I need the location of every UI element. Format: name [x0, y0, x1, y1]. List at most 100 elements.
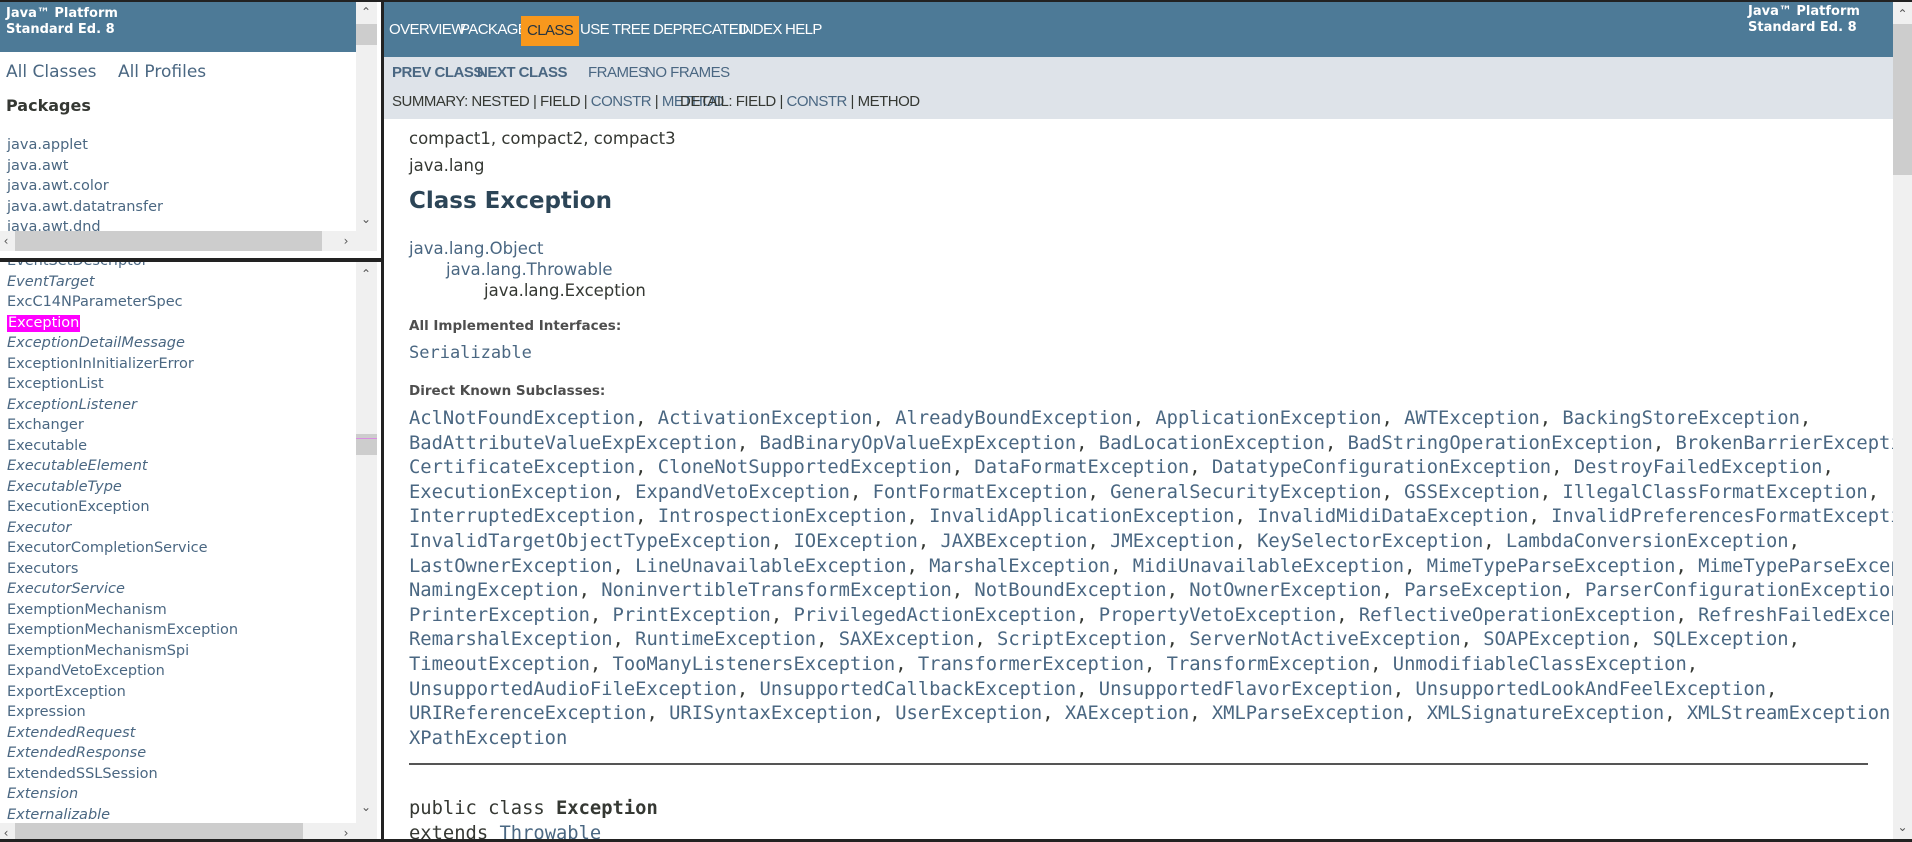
- subclass-link[interactable]: UnmodifiableClassException: [1393, 654, 1687, 675]
- hierarchy-object-link[interactable]: java.lang.Object: [409, 239, 543, 258]
- class-link[interactable]: ExcC14NParameterSpec: [7, 294, 183, 310]
- subclass-link[interactable]: CertificateException: [409, 457, 635, 478]
- class-vertical-scrollbar[interactable]: ⌃ ⌄: [356, 262, 377, 823]
- class-link[interactable]: ExceptionInInitializerError: [7, 356, 194, 372]
- scrollbar-thumb[interactable]: [1893, 24, 1912, 175]
- subclass-link[interactable]: PrivilegedActionException: [793, 605, 1076, 626]
- subclass-link[interactable]: UnsupportedFlavorException: [1099, 679, 1393, 700]
- class-link[interactable]: EventTarget: [7, 274, 95, 290]
- subclass-link[interactable]: JAXBException: [940, 531, 1087, 552]
- class-link[interactable]: ExportException: [7, 684, 126, 700]
- subclass-link[interactable]: MarshalException: [929, 556, 1110, 577]
- subclass-link[interactable]: XMLSignatureException: [1427, 703, 1664, 724]
- main-vertical-scrollbar[interactable]: ⌃ ⌄: [1893, 2, 1912, 839]
- class-link[interactable]: Exchanger: [7, 417, 84, 433]
- class-link[interactable]: ExecutableType: [7, 479, 122, 495]
- subclass-link[interactable]: ParserConfigurationException: [1585, 580, 1902, 601]
- package-link[interactable]: java.applet: [7, 135, 163, 156]
- scroll-left-icon[interactable]: ‹: [0, 823, 16, 839]
- subclass-link[interactable]: BadBinaryOpValueExpException: [760, 433, 1077, 454]
- package-link[interactable]: java.awt: [7, 156, 163, 177]
- subclass-link[interactable]: BadLocationException: [1099, 433, 1325, 454]
- class-link[interactable]: Executor: [7, 520, 71, 536]
- subclass-link[interactable]: TransformerException: [918, 654, 1144, 675]
- subclass-link[interactable]: ExpandVetoException: [635, 482, 850, 503]
- subclass-link[interactable]: PrinterException: [409, 605, 590, 626]
- class-link-selected[interactable]: Exception: [7, 314, 81, 332]
- subclass-link[interactable]: XMLStreamException: [1687, 703, 1891, 724]
- class-link[interactable]: ExtendedRequest: [7, 725, 135, 741]
- subclass-link[interactable]: PropertyVetoException: [1099, 605, 1336, 626]
- nav-class-active[interactable]: CLASS: [521, 16, 580, 46]
- subclass-link[interactable]: AWTException: [1404, 408, 1540, 429]
- subclass-link[interactable]: MidiUnavailableException: [1133, 556, 1404, 577]
- frames-link[interactable]: FRAMES: [588, 64, 648, 81]
- all-profiles-link[interactable]: All Profiles: [118, 62, 206, 82]
- subclass-link[interactable]: LambdaConversionException: [1506, 531, 1789, 552]
- subclass-link[interactable]: KeySelectorException: [1257, 531, 1483, 552]
- prev-class-link[interactable]: PREV CLASS: [392, 64, 483, 81]
- package-horizontal-scrollbar[interactable]: ‹ ›: [0, 231, 377, 251]
- subclass-link[interactable]: DataFormatException: [974, 457, 1189, 478]
- subclass-link[interactable]: RemarshalException: [409, 629, 613, 650]
- subclass-link[interactable]: SQLException: [1653, 629, 1789, 650]
- subclass-link[interactable]: InvalidPreferencesFormatException: [1551, 506, 1912, 527]
- subclass-link[interactable]: BadAttributeValueExpException: [409, 433, 737, 454]
- subclass-link[interactable]: TooManyListenersException: [613, 654, 896, 675]
- class-horizontal-scrollbar[interactable]: ‹ ›: [0, 823, 377, 839]
- class-link[interactable]: ExceptionDetailMessage: [7, 335, 185, 351]
- extends-throwable-link[interactable]: Throwable: [499, 823, 601, 839]
- nav-use[interactable]: USE: [580, 18, 610, 42]
- class-link[interactable]: Expression: [7, 704, 86, 720]
- subclass-link[interactable]: DatatypeConfigurationException: [1212, 457, 1551, 478]
- subclass-link[interactable]: UserException: [895, 703, 1042, 724]
- subclass-link[interactable]: NotBoundException: [974, 580, 1166, 601]
- nav-tree[interactable]: TREE: [612, 18, 650, 42]
- class-link[interactable]: ExtendedSSLSession: [7, 766, 158, 782]
- class-link[interactable]: ExemptionMechanismException: [7, 622, 238, 638]
- class-link[interactable]: ExecutableElement: [7, 458, 148, 474]
- subclass-link[interactable]: BackingStoreException: [1562, 408, 1799, 429]
- class-link[interactable]: EventSetDescriptor: [7, 262, 148, 269]
- subclass-link[interactable]: InvalidApplicationException: [929, 506, 1234, 527]
- subclass-link[interactable]: IOException: [793, 531, 917, 552]
- subclass-link[interactable]: SAXException: [839, 629, 975, 650]
- scroll-down-icon[interactable]: ⌄: [356, 797, 376, 817]
- subclass-link[interactable]: ActivationException: [658, 408, 873, 429]
- no-frames-link[interactable]: NO FRAMES: [645, 64, 730, 81]
- scroll-left-icon[interactable]: ‹: [0, 231, 16, 251]
- subclass-link[interactable]: ExecutionException: [409, 482, 613, 503]
- class-link[interactable]: ExceptionListener: [7, 397, 137, 413]
- subclass-link[interactable]: URISyntaxException: [669, 703, 873, 724]
- class-link[interactable]: ExpandVetoException: [7, 663, 165, 679]
- class-link[interactable]: Extension: [7, 786, 78, 802]
- class-link[interactable]: ExecutorCompletionService: [7, 540, 208, 556]
- class-link[interactable]: Executors: [7, 561, 78, 577]
- all-classes-link[interactable]: All Classes: [6, 62, 97, 82]
- class-link[interactable]: ExecutorService: [7, 581, 125, 597]
- subclass-link[interactable]: XPathException: [409, 728, 567, 749]
- hierarchy-throwable-link[interactable]: java.lang.Throwable: [446, 260, 613, 279]
- scroll-up-icon[interactable]: ⌃: [1893, 4, 1912, 24]
- subclass-link[interactable]: MimeTypeParseException: [1427, 556, 1676, 577]
- subclass-link[interactable]: PrintException: [613, 605, 771, 626]
- class-link[interactable]: ExemptionMechanismSpi: [7, 643, 189, 659]
- subclass-link[interactable]: UnsupportedCallbackException: [760, 679, 1077, 700]
- nav-overview[interactable]: OVERVIEW: [389, 18, 465, 42]
- class-link[interactable]: ExtendedResponse: [7, 745, 146, 761]
- subclass-link[interactable]: FontFormatException: [873, 482, 1088, 503]
- package-vertical-scrollbar[interactable]: ⌃ ⌄: [356, 2, 377, 231]
- scroll-right-icon[interactable]: ›: [336, 823, 356, 839]
- nav-deprecated[interactable]: DEPRECATED: [653, 18, 749, 42]
- subclass-link[interactable]: AclNotFoundException: [409, 408, 635, 429]
- scroll-up-icon[interactable]: ⌃: [356, 2, 376, 22]
- package-link[interactable]: java.awt.datatransfer: [7, 197, 163, 218]
- scrollbar-thumb[interactable]: [356, 24, 377, 45]
- subclass-link[interactable]: UnsupportedAudioFileException: [409, 679, 737, 700]
- package-link[interactable]: java.awt.color: [7, 176, 163, 197]
- subclass-link[interactable]: GSSException: [1404, 482, 1540, 503]
- subclass-link[interactable]: NamingException: [409, 580, 579, 601]
- subclass-link[interactable]: BadStringOperationException: [1348, 433, 1653, 454]
- subclass-link[interactable]: ApplicationException: [1155, 408, 1381, 429]
- subclass-link[interactable]: InvalidMidiDataException: [1257, 506, 1528, 527]
